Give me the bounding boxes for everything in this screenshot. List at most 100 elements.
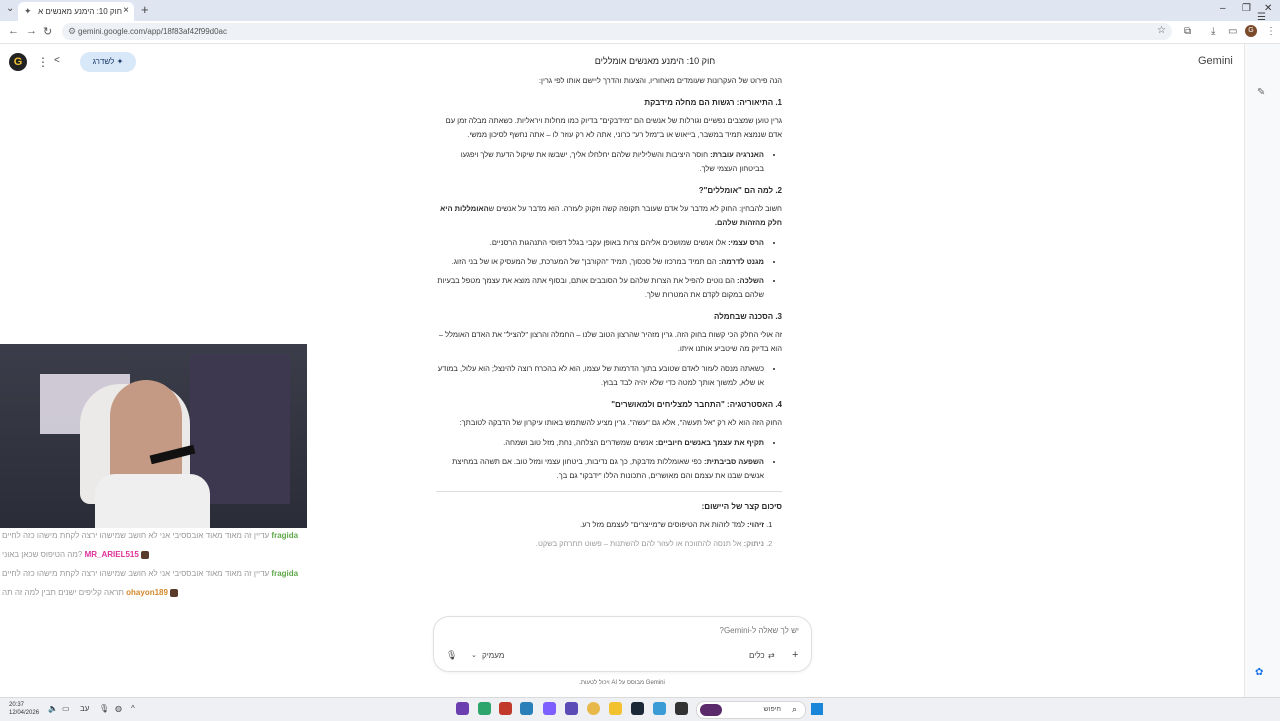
browser-menu-icon[interactable]: ⋮ <box>1266 26 1276 37</box>
volume-icon[interactable]: 🔈 <box>48 704 58 713</box>
section-heading: 1. התיאוריה: רגשות הם מחלה מידבקת <box>644 98 782 107</box>
chat-message: fragida עדיין זה מאוד מאוד אובססיבי אני … <box>2 528 312 547</box>
section-paragraph: זה אולי החלק הכי קשוח בחוק הזה. גרין מזה… <box>438 330 782 353</box>
gemini-brand: Gemini <box>1198 55 1233 67</box>
list-item: האנרגיה עוברת: חוסר היציבות והשליליות של… <box>436 148 764 176</box>
app-icon[interactable] <box>478 702 491 715</box>
taskbar-search[interactable]: חיפוש ⌕ <box>696 701 806 719</box>
app-icon[interactable] <box>675 702 688 715</box>
summary-heading: סיכום קצר של היישום: <box>701 502 782 511</box>
add-attachment-icon[interactable]: + <box>792 649 798 661</box>
section-paragraph: חשוב להבחין: החוק לא מדבר על אדם שעובר ת… <box>440 204 782 227</box>
app-icon[interactable] <box>456 702 469 715</box>
chat-username: ohayon189 <box>126 588 168 597</box>
sparkle-icon: ✦ <box>116 57 124 66</box>
tools-icon[interactable]: ⇄ <box>768 651 775 660</box>
browser-tab[interactable]: ✦ חוק 10: הימנע מאנשים אומללים × <box>18 2 134 21</box>
webcam-overlay <box>0 344 307 528</box>
chat-message: MR_ARIEL515 ?מה הטיפוס שכאן באוני <box>2 547 312 566</box>
app-icon[interactable] <box>565 702 578 715</box>
forward-icon[interactable]: → <box>26 25 37 37</box>
user-badge-icon <box>141 550 150 559</box>
share-icon[interactable]: < <box>54 55 60 66</box>
search-highlight-image <box>700 704 722 716</box>
chat-text: ?מה הטיפוס שכאן באוני <box>2 550 83 559</box>
stream-chat: fragida עדיין זה מאוד מאוד אובססיבי אני … <box>2 528 312 604</box>
section-paragraph: גרין טוען שמצבים נפשיים וגורלות של אנשים… <box>445 116 782 139</box>
gem-icon[interactable]: ✿ <box>1255 667 1263 678</box>
section-heading: 3. הסכנה שבחמלה <box>713 312 782 321</box>
menu-icon[interactable]: ☰ <box>1257 12 1266 23</box>
chat-title[interactable]: חוק 10: הימנע מאנשים אומללים <box>520 56 790 66</box>
more-options-icon[interactable]: ⋮ <box>37 55 49 69</box>
tab-close-icon[interactable]: × <box>123 5 129 16</box>
tools-button[interactable]: כלים <box>749 651 765 660</box>
app-icon[interactable] <box>520 702 533 715</box>
clock[interactable]: 20:37 12/04/2026 <box>9 701 39 717</box>
list-item: השלכה: הם נוטים להפיל את הצרות שלהם על ה… <box>436 274 764 302</box>
section-paragraph: החוק הזה הוא לא רק "אל תעשה", אלא גם "עש… <box>459 418 782 427</box>
app-icon[interactable] <box>653 702 666 715</box>
section-heading: 4. האסטרטגיה: "התחבר למצליחים ולמאושרים" <box>611 400 782 409</box>
chat-username: fragida <box>271 569 299 578</box>
section-heading: 2. למה הם "אומללים"? <box>698 186 782 195</box>
search-icon: ⌕ <box>791 704 797 714</box>
user-badge-icon <box>170 588 179 597</box>
taskbar: 20:37 12/04/2026 🔈 ▭ עב 🎙 ◍ ^ חיפוש ⌕ <box>0 697 1280 721</box>
streamer-shirt <box>95 474 210 528</box>
maximize-button[interactable]: ❐ <box>1242 3 1251 14</box>
tab-title: חוק 10: הימנע מאנשים אומללים <box>38 7 122 16</box>
chat-message: fragida עדיין זה מאוד מאוד אובססיבי אני … <box>2 566 312 585</box>
download-icon[interactable]: ⤓ <box>1211 26 1215 37</box>
disclaimer-text: Gemini מבוסס על AI ויכול לטעות. <box>579 680 665 686</box>
mic-tray-icon[interactable]: 🎙 <box>99 704 109 713</box>
back-icon[interactable]: ← <box>8 25 19 37</box>
new-tab-button[interactable]: + <box>141 2 149 17</box>
file-explorer-icon[interactable] <box>609 702 622 715</box>
list-item: ניתוק: אל תנסה להתווכח או לעזור להם להשת… <box>436 537 764 551</box>
show-hidden-icons[interactable]: ^ <box>131 704 135 713</box>
windows-start-icon[interactable] <box>811 703 823 715</box>
screenshot-icon[interactable]: ▭ <box>1228 26 1237 37</box>
account-avatar[interactable]: G <box>9 53 27 71</box>
steam-icon[interactable] <box>631 702 644 715</box>
list-item: מגנט לדרמה: הם תמיד במרכזו של סכסוך, תמי… <box>436 255 764 269</box>
app-tray-icon[interactable]: ◍ <box>115 704 122 713</box>
site-info-icon[interactable]: ⚙ <box>68 26 76 37</box>
chat-text: תראה קליפים ישנים תבין למה זה תה <box>2 588 124 597</box>
address-bar-row: ← → ↻ ⚙ gemini.google.com/app/18f83af42f… <box>0 21 1280 44</box>
browser-tab-bar: ⌄ ✦ חוק 10: הימנע מאנשים אומללים × + – ❐… <box>0 0 1280 21</box>
chat-message: ohayon189 תראה קליפים ישנים תבין למה זה … <box>2 585 312 604</box>
intro-text: הנה פירוט של העקרונות שעומדים מאחוריו, ו… <box>538 76 782 85</box>
url-text[interactable]: gemini.google.com/app/18f83af42f99d0ac <box>78 27 227 36</box>
prompt-input[interactable]: יש לך שאלה ל-Gemini? <box>720 626 800 635</box>
prompt-box[interactable]: יש לך שאלה ל-Gemini? + ⇄ כלים ⌄ מעמיק 🎙 <box>433 616 812 672</box>
tab-search-icon[interactable]: ⌄ <box>6 3 14 14</box>
minimize-button[interactable]: – <box>1220 3 1226 14</box>
list-item: השפעה סביבתית: כפי שאומללות מדבקת, כך גם… <box>436 455 764 483</box>
chat-text: עדיין זה מאוד מאוד אובססיבי אני לא חושב … <box>2 569 270 578</box>
list-item: תקיף את עצמך באנשים חיוביים: אנשים שמשדר… <box>436 436 764 450</box>
chevron-down-icon[interactable]: ⌄ <box>471 651 477 659</box>
app-icon[interactable] <box>499 702 512 715</box>
upgrade-button[interactable]: לשדרג ✦ <box>80 52 136 72</box>
omnibox[interactable]: ⚙ gemini.google.com/app/18f83af42f99d0ac… <box>62 23 1172 40</box>
new-chat-icon[interactable]: ✎ <box>1257 87 1265 98</box>
profile-avatar[interactable]: G <box>1245 25 1257 37</box>
discord-icon[interactable] <box>543 702 556 715</box>
chrome-icon[interactable] <box>587 702 600 715</box>
microphone-icon[interactable]: 🎙 <box>446 650 457 661</box>
list-item: הרס עצמי: אלו אנשים שמושכים אליהם צרות ב… <box>436 236 764 250</box>
model-selector[interactable]: מעמיק <box>482 651 504 660</box>
clock-time: 20:37 <box>9 702 25 708</box>
clock-date: 12/04/2026 <box>9 710 40 716</box>
divider <box>436 491 782 492</box>
chat-username: fragida <box>271 531 299 540</box>
bookmark-star-icon[interactable]: ☆ <box>1157 25 1166 36</box>
list-item: כשאתה מנסה לעזור לאדם שטובע בתוך הדרמות … <box>436 362 764 390</box>
network-icon[interactable]: ▭ <box>62 704 70 713</box>
extensions-icon[interactable]: ⧉ <box>1184 26 1191 37</box>
response-content: הנה פירוט של העקרונות שעומדים מאחוריו, ו… <box>436 74 782 604</box>
language-indicator[interactable]: עב <box>80 704 89 713</box>
reload-icon[interactable]: ↻ <box>43 25 52 38</box>
